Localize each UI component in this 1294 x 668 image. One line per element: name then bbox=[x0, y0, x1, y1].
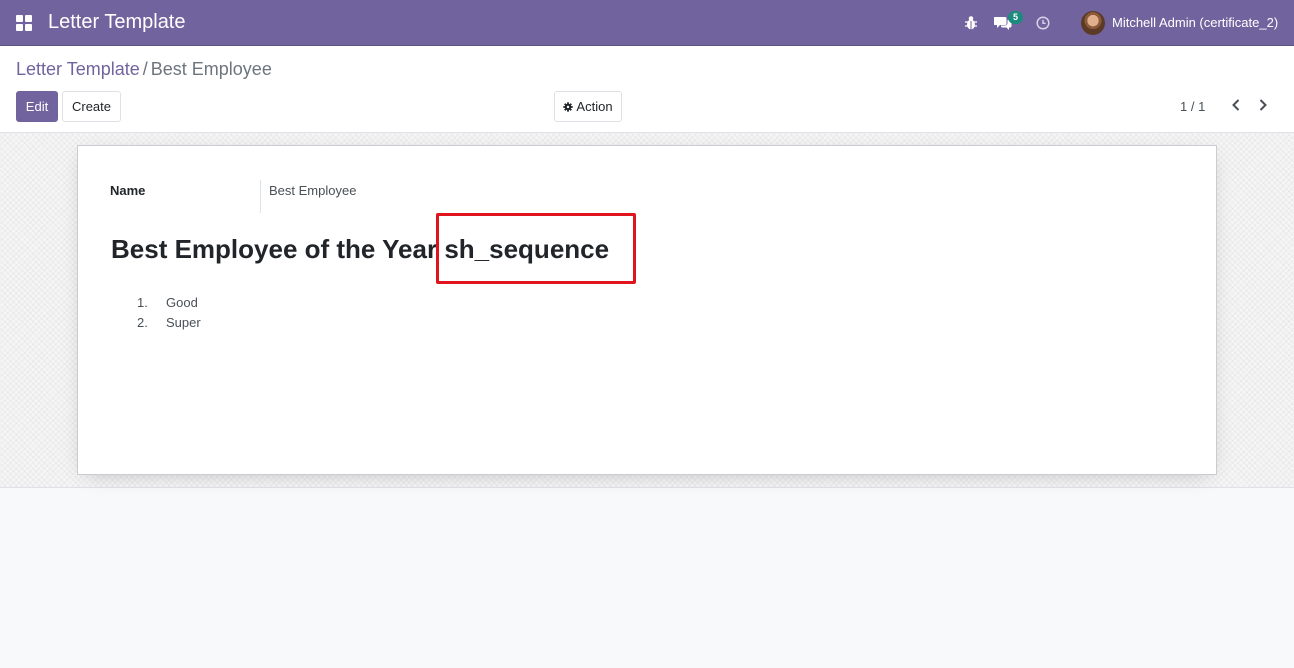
action-dropdown-button[interactable]: Action bbox=[554, 91, 622, 122]
breadcrumb-separator: / bbox=[142, 59, 148, 79]
user-avatar[interactable] bbox=[1081, 11, 1105, 35]
highlight-annotation-box bbox=[436, 213, 636, 284]
list-item: 2. Super bbox=[137, 312, 201, 332]
list-item-text: Good bbox=[166, 294, 198, 310]
user-menu-name[interactable]: Mitchell Admin (certificate_2) bbox=[1112, 15, 1278, 30]
letter-heading-text: Best Employee of the Year bbox=[111, 234, 438, 264]
pager-value[interactable]: 1 / 1 bbox=[1180, 99, 1205, 114]
debug-bug-icon[interactable] bbox=[964, 15, 978, 31]
list-item-number: 2. bbox=[137, 314, 148, 330]
action-label: Action bbox=[576, 99, 613, 114]
messages-count-badge: 5 bbox=[1008, 11, 1023, 24]
field-divider bbox=[260, 180, 261, 213]
breadcrumb-current: Best Employee bbox=[150, 59, 272, 79]
list-item-number: 1. bbox=[137, 294, 148, 310]
chevron-right-icon[interactable] bbox=[1257, 98, 1269, 112]
breadcrumb-parent-link[interactable]: Letter Template bbox=[16, 59, 140, 79]
name-field-label: Name bbox=[110, 183, 146, 198]
name-field-value: Best Employee bbox=[269, 183, 357, 198]
edit-button[interactable]: Edit bbox=[16, 91, 58, 122]
activity-clock-icon[interactable] bbox=[1036, 16, 1050, 30]
chevron-left-icon[interactable] bbox=[1230, 98, 1242, 112]
form-sheet: Name Best Employee Best Employee of the … bbox=[77, 145, 1217, 475]
list-item-text: Super bbox=[166, 314, 201, 330]
top-navbar: Letter Template 5 Mitchell Admin (certif… bbox=[0, 0, 1294, 46]
create-button[interactable]: Create bbox=[62, 91, 121, 122]
letter-ordered-list: 1. Good 2. Super bbox=[137, 292, 201, 332]
apps-menu-icon[interactable] bbox=[16, 15, 32, 31]
list-item: 1. Good bbox=[137, 292, 201, 312]
app-title[interactable]: Letter Template bbox=[48, 11, 186, 34]
gear-icon bbox=[563, 101, 574, 112]
breadcrumb: Letter Template / Best Employee bbox=[16, 59, 272, 80]
control-panel: Letter Template / Best Employee Edit Creat… bbox=[0, 46, 1294, 133]
